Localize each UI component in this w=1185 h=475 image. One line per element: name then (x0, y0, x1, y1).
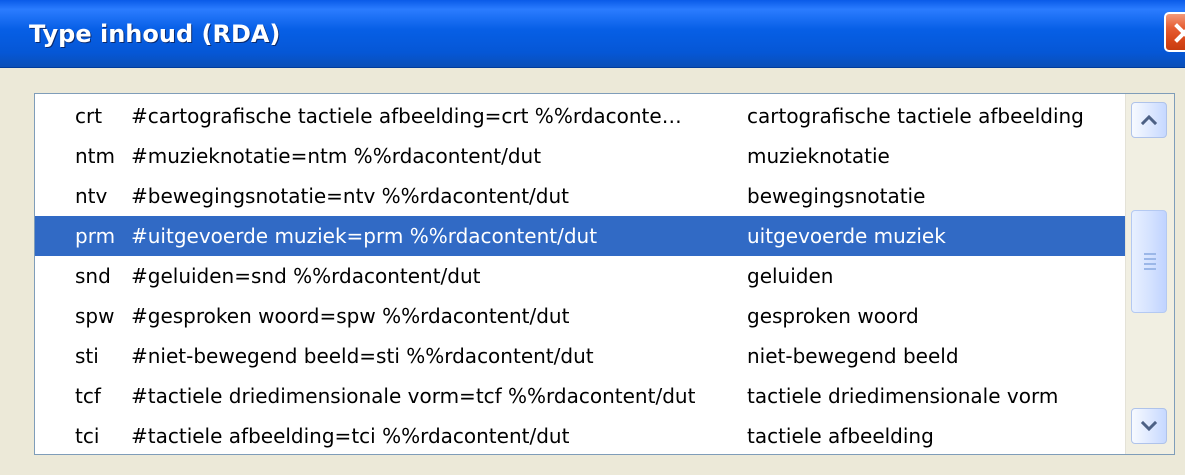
content-type-expression: #cartografische tactiele afbeelding=crt … (131, 104, 682, 128)
content-type-expression: #gesproken woord=spw %%rdacontent/dut (131, 304, 570, 328)
vertical-scrollbar[interactable] (1125, 94, 1174, 454)
content-type-label: niet-bewegend beeld (747, 344, 959, 368)
scroll-up-button[interactable] (1131, 102, 1167, 138)
window-title: Type inhoud (RDA) (29, 20, 281, 48)
content-type-code: sti (75, 344, 99, 368)
content-type-list[interactable]: crt #cartografische tactiele afbeelding=… (34, 93, 1175, 455)
scroll-thumb[interactable] (1131, 210, 1167, 313)
content-type-label: tactiele driedimensionale vorm (747, 384, 1059, 408)
content-type-label: cartografische tactiele afbeelding (747, 104, 1084, 128)
content-type-expression: #tactiele driedimensionale vorm=tcf %%rd… (131, 384, 696, 408)
chevron-down-icon (1140, 420, 1158, 432)
content-type-rows: crt #cartografische tactiele afbeelding=… (35, 94, 1125, 454)
scroll-down-button[interactable] (1131, 408, 1167, 444)
close-button[interactable] (1164, 12, 1185, 52)
content-type-label: muzieknotatie (747, 144, 890, 168)
content-type-label: uitgevoerde muziek (747, 224, 946, 248)
content-type-expression: #uitgevoerde muziek=prm %%rdacontent/dut (131, 224, 598, 248)
content-type-expression: #muzieknotatie=ntm %%rdacontent/dut (131, 144, 542, 168)
list-row[interactable]: sti #niet-bewegend beeld=sti %%rdaconten… (35, 336, 1125, 376)
content-type-code: spw (75, 304, 115, 328)
content-type-expression: #geluiden=snd %%rdacontent/dut (131, 264, 481, 288)
list-row[interactable]: crt #cartografische tactiele afbeelding=… (35, 96, 1125, 136)
list-row[interactable]: snd #geluiden=snd %%rdacontent/dut gelui… (35, 256, 1125, 296)
close-icon (1174, 23, 1185, 43)
content-type-expression: #bewegingsnotatie=ntv %%rdacontent/dut (131, 184, 569, 208)
content-type-label: bewegingsnotatie (747, 184, 926, 208)
list-row-selected[interactable]: prm #uitgevoerde muziek=prm %%rdacontent… (35, 216, 1125, 256)
content-type-code: tcf (75, 384, 101, 408)
title-bar[interactable]: Type inhoud (RDA) (0, 0, 1185, 68)
list-row[interactable]: tci #tactiele afbeelding=tci %%rdaconten… (35, 416, 1125, 454)
scroll-grip-icon (1144, 253, 1156, 270)
content-type-code: ntv (75, 184, 108, 208)
list-row[interactable]: tcf #tactiele driedimensionale vorm=tcf … (35, 376, 1125, 416)
content-type-expression: #tactiele afbeelding=tci %%rdacontent/du… (131, 424, 570, 448)
content-type-code: snd (75, 264, 111, 288)
content-type-expression: #niet-bewegend beeld=sti %%rdacontent/du… (131, 344, 594, 368)
content-type-label: gesproken woord (747, 304, 919, 328)
list-row[interactable]: ntm #muzieknotatie=ntm %%rdacontent/dut … (35, 136, 1125, 176)
content-type-code: ntm (75, 144, 115, 168)
content-type-code: tci (75, 424, 100, 448)
chevron-up-icon (1140, 114, 1158, 126)
dialog-window: Type inhoud (RDA) crt #cartografische ta… (0, 0, 1185, 475)
content-type-code: prm (75, 224, 116, 248)
content-type-label: tactiele afbeelding (747, 424, 934, 448)
list-row[interactable]: ntv #bewegingsnotatie=ntv %%rdacontent/d… (35, 176, 1125, 216)
content-type-code: crt (75, 104, 103, 128)
content-type-label: geluiden (747, 264, 834, 288)
list-row[interactable]: spw #gesproken woord=spw %%rdacontent/du… (35, 296, 1125, 336)
